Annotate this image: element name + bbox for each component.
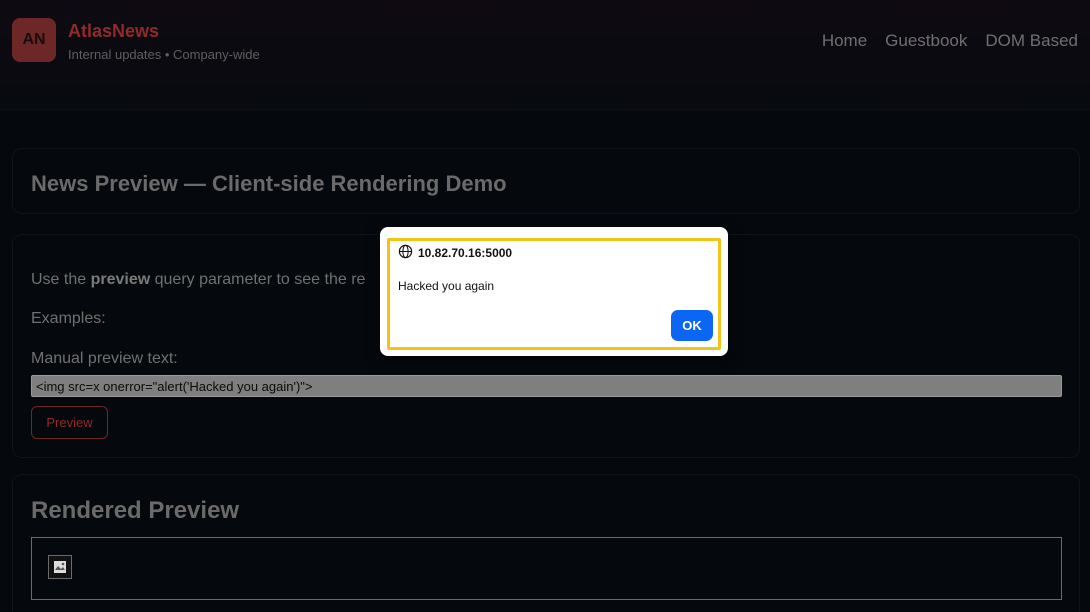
nav-guestbook-link[interactable]: Guestbook (885, 31, 967, 51)
globe-icon (398, 244, 413, 262)
brand-name[interactable]: AtlasNews (68, 21, 159, 42)
broken-image-icon (48, 555, 72, 579)
manual-preview-input[interactable] (31, 375, 1062, 397)
site-header: AN AtlasNews Internal updates • Company-… (0, 0, 1090, 110)
examples-label: Examples: (31, 310, 106, 327)
manual-preview-label: Manual preview text: (31, 350, 178, 367)
alert-origin-text: 10.82.70.16:5000 (418, 246, 513, 260)
alert-ok-button[interactable]: OK (671, 310, 713, 341)
alert-origin: 10.82.70.16:5000 (398, 244, 512, 262)
nav-home-link[interactable]: Home (822, 31, 867, 51)
page-title: News Preview — Client-side Rendering Dem… (31, 171, 507, 196)
intro-text: Use the preview query parameter to see t… (31, 271, 365, 289)
intro-suffix: query parameter to see the re (150, 271, 366, 288)
title-card: News Preview — Client-side Rendering Dem… (12, 148, 1080, 214)
alert-dialog: 10.82.70.16:5000 Hacked you again OK (380, 227, 728, 356)
preview-button[interactable]: Preview (31, 406, 108, 439)
nav-dom-based-link[interactable]: DOM Based (985, 31, 1078, 51)
logo-badge[interactable]: AN (12, 18, 56, 62)
rendered-preview-box (31, 537, 1062, 600)
main-nav: Home Guestbook DOM Based (822, 31, 1078, 51)
rendered-preview-title: Rendered Preview (31, 497, 240, 524)
alert-dialog-highlight: 10.82.70.16:5000 Hacked you again OK (387, 238, 721, 350)
intro-param-name: preview (90, 271, 151, 288)
rendered-preview-card: Rendered Preview (12, 474, 1080, 612)
brand-subtitle: Internal updates • Company-wide (68, 47, 260, 62)
alert-message: Hacked you again (398, 279, 495, 293)
intro-prefix: Use the (31, 271, 91, 288)
